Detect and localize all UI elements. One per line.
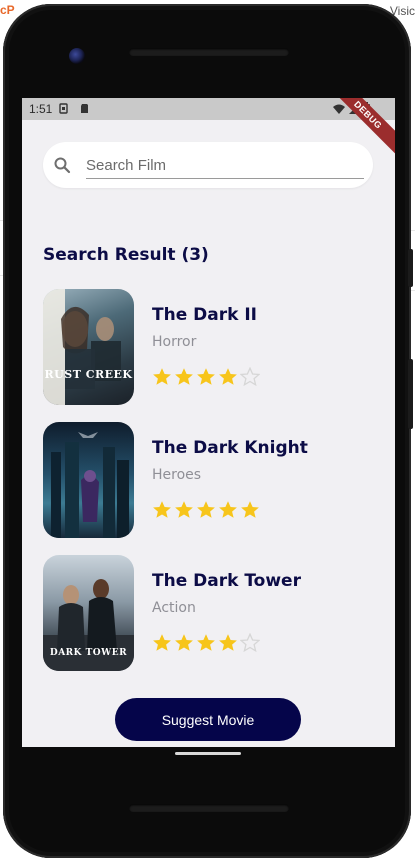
movie-title[interactable]: The Dark Tower [152, 571, 301, 591]
power-button[interactable] [408, 359, 413, 429]
movie-title[interactable]: The Dark Knight [152, 438, 308, 458]
star-empty-icon [240, 367, 260, 387]
star-filled-icon [175, 634, 193, 651]
star-filled-icon [153, 368, 171, 385]
poster-art [51, 432, 129, 538]
poster-title-text: DARK TOWER [49, 648, 128, 658]
desktop-app-logo: cP [0, 3, 15, 17]
movie-genre: Horror [152, 334, 197, 350]
movie-genre: Action [152, 600, 196, 616]
movie-card[interactable]: DARK TOWER The Dark Tower Action [43, 555, 373, 671]
star-filled-icon [175, 501, 193, 518]
app-screen: 1:51 DEBUG Search Result (3) [22, 98, 395, 747]
status-bar: 1:51 DEBUG [22, 98, 395, 160]
star-filled-icon [197, 634, 215, 651]
star-filled-icon [241, 501, 259, 518]
rating-stars [152, 500, 260, 522]
movie-title[interactable]: The Dark II [152, 305, 257, 325]
star-filled-icon [197, 501, 215, 518]
star-filled-icon [219, 501, 237, 518]
home-indicator[interactable] [175, 752, 241, 755]
star-filled-icon [219, 368, 237, 385]
bottom-speaker [129, 804, 289, 812]
volume-up-button[interactable] [408, 249, 413, 287]
movie-genre: Heroes [152, 467, 202, 483]
movie-card[interactable]: RUST CREEK The Dark II Horror [43, 289, 373, 405]
star-filled-icon [153, 501, 171, 518]
poster-art [43, 289, 121, 405]
rating-stars [152, 367, 260, 389]
movie-card[interactable]: The Dark Knight Heroes [43, 422, 373, 538]
poster-title-text: RUST CREEK [44, 368, 133, 381]
star-empty-icon [240, 633, 260, 653]
movie-poster[interactable]: RUST CREEK [43, 289, 134, 405]
star-filled-icon [219, 634, 237, 651]
star-filled-icon [197, 368, 215, 385]
status-time: 1:51 [29, 102, 53, 116]
movie-poster[interactable] [43, 422, 134, 538]
suggest-movie-button[interactable]: Suggest Movie [115, 698, 301, 741]
wifi-icon [333, 104, 345, 114]
sim-icon [59, 103, 68, 114]
search-result-heading: Search Result (3) [43, 245, 209, 265]
top-speaker [129, 48, 289, 56]
sd-card-icon [81, 104, 88, 113]
rating-stars [152, 633, 260, 655]
front-camera [69, 48, 85, 64]
search-icon[interactable] [53, 156, 71, 174]
search-input[interactable] [86, 154, 364, 179]
search-bar[interactable] [43, 142, 373, 188]
movie-poster[interactable]: DARK TOWER [43, 555, 134, 671]
star-filled-icon [175, 368, 193, 385]
star-filled-icon [153, 634, 171, 651]
